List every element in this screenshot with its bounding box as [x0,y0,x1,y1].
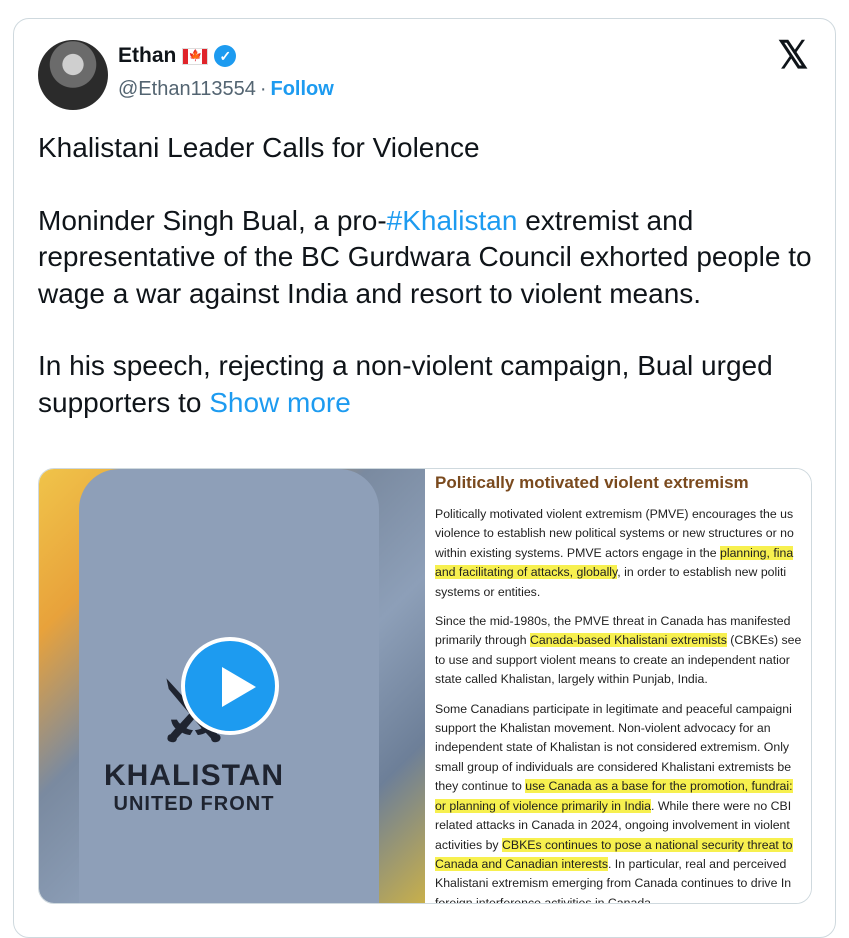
doc-text-segment: foreign interference activities in Canad… [435,895,655,904]
doc-text-segment: they continue to [435,779,526,794]
doc-text-segment: independent state of Khalistan is not co… [435,740,790,755]
doc-text-segment: CBKEs continues to pose a national secur… [501,837,793,852]
doc-text-segment: and facilitating of attacks, globally [435,565,618,580]
doc-text-segment: Some Canadians participate in legitimate… [435,701,792,716]
doc-text-segment: Since the mid-1980s, the PMVE threat in … [435,614,791,629]
doc-text-segment: . In particular, real and perceived [607,856,787,871]
doc-text-segment: planning, fina [720,545,794,560]
separator: · [259,78,267,100]
doc-title: Politically motivated violent extremism [435,473,749,492]
tweet-paragraph-2: Moninder Singh Bual, a pro-#Khalistan ex… [38,204,812,309]
doc-text-segment: Khalistani extremism emerging from Canad… [435,876,792,891]
show-more-link[interactable]: Show more [209,387,351,418]
tweet-text: Khalistani Leader Calls for Violence Mon… [38,130,818,421]
doc-paragraph-3: Some Canadians participate in legitimate… [435,700,811,904]
canada-flag-icon: 🍁 [182,47,209,65]
doc-text-segment: or planning of violence primarily in Ind… [435,798,651,813]
verified-badge-icon: ✓ [214,45,237,67]
doc-text-segment: Canada-based Khalistani extremists [530,633,727,648]
doc-text-segment: Politically motivated violent extremism … [435,507,794,521]
doc-text-segment: to use and support violent means to crea… [435,652,790,667]
doc-text-segment: state called Khalistan, largely within P… [435,672,708,687]
doc-text-segment: support the Khalistan movement. Non-viol… [435,721,771,736]
author-handle[interactable]: @Ethan113554 [118,78,256,101]
doc-text-segment: . While there were no CBI [651,798,792,813]
author-name[interactable]: Ethan [118,44,176,68]
doc-text-segment: primarily through [435,633,530,648]
play-button[interactable] [181,637,279,735]
author-row: Ethan 🍁 ✓ [118,44,237,68]
doc-paragraph-1: Politically motivated violent extremism … [435,505,811,602]
tweet-headline: Khalistani Leader Calls for Violence [38,132,480,163]
doc-text-segment: activities by [435,837,502,852]
x-logo-icon[interactable]: 𝕏 [775,37,811,75]
document-excerpt: Politically motivated violent extremism … [425,469,811,904]
doc-text-segment: Canada and Canadian interests [435,856,608,871]
doc-text-segment: small group of individuals are considere… [435,759,792,774]
hashtag-link[interactable]: #Khalistan [387,205,518,236]
doc-text-segment: systems or entities. [435,584,541,599]
emblem-line-2: UNITED FRONT [113,793,275,815]
avatar[interactable] [38,40,108,110]
doc-text-segment: within existing systems. PMVE actors eng… [435,545,721,560]
media-attachment[interactable]: ⚔ KHALISTAN UNITED FRONT Politically mot… [38,468,812,904]
emblem-line-1: KHALISTAN [103,759,285,792]
doc-text-segment: related attacks in Canada in 2024, ongoi… [435,818,790,833]
doc-text-segment: violence to establish new political syst… [435,526,794,541]
follow-button[interactable]: Follow [271,78,334,101]
doc-text-segment: use Canada as a base for the promotion, … [525,779,793,794]
handle-row: @Ethan113554 · Follow [118,78,334,101]
doc-text-segment: , in order to establish new politi [617,565,787,580]
tweet-paragraph-3: In his speech, rejecting a non-violent c… [38,350,773,418]
video-thumbnail[interactable]: ⚔ KHALISTAN UNITED FRONT [39,469,425,903]
doc-text-segment: (CBKEs) see [726,633,802,648]
doc-paragraph-2: Since the mid-1980s, the PMVE threat in … [435,612,811,690]
